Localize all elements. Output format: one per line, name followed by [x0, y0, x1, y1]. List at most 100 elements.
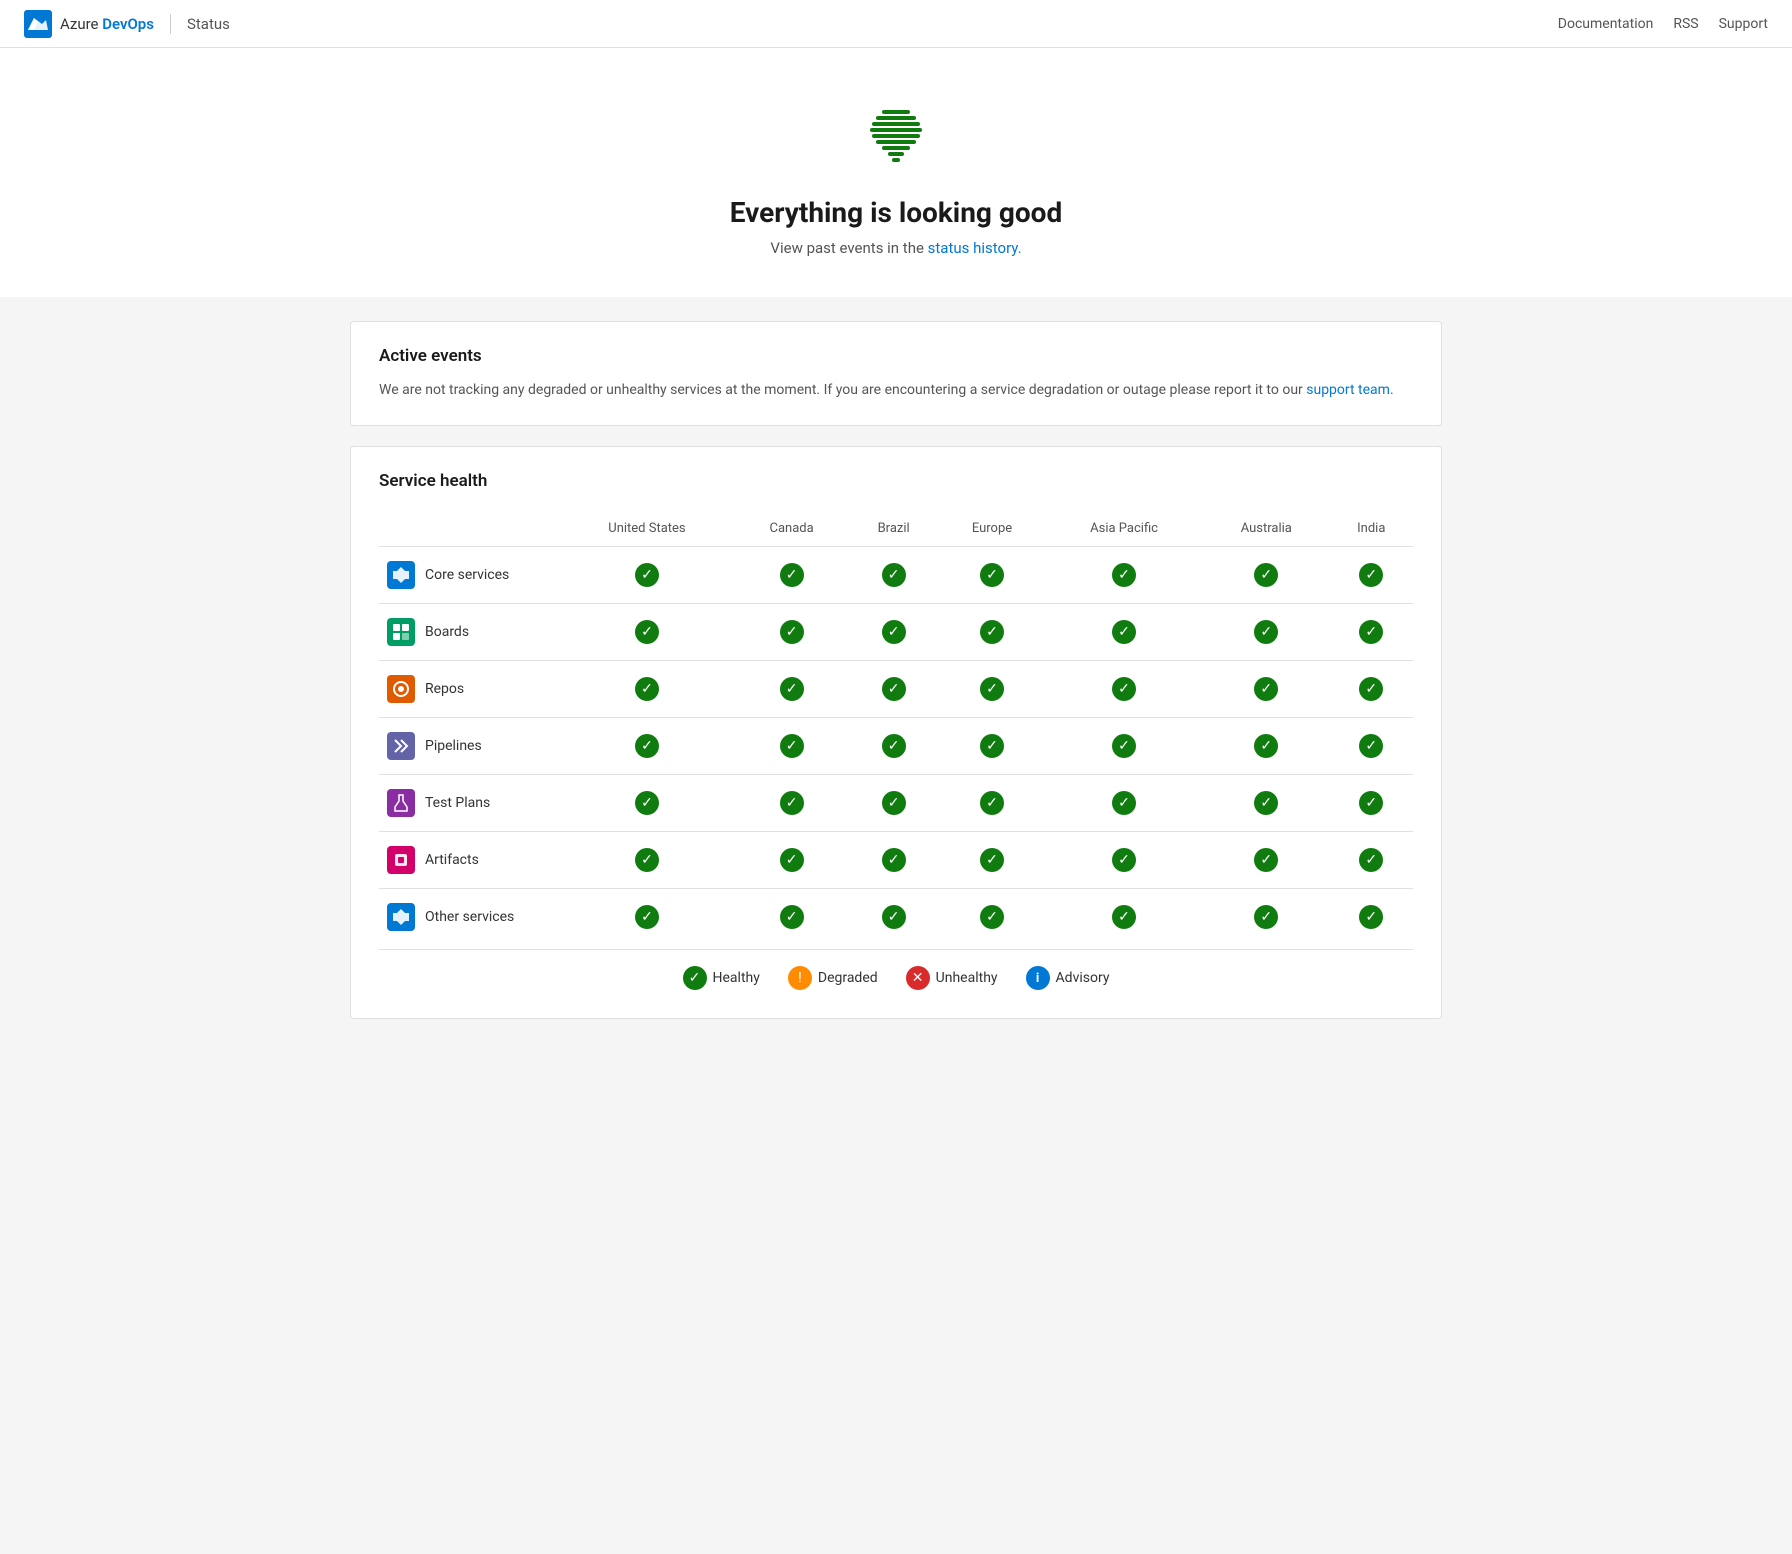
healthy-check-icon: ✓: [1112, 677, 1136, 701]
healthy-check-icon: ✓: [882, 905, 906, 929]
service-name-testplans: Test Plans: [425, 795, 490, 811]
healthy-check-icon: ✓: [882, 677, 906, 701]
hero-title: Everything is looking good: [24, 196, 1768, 229]
status-cell: ✓: [1203, 832, 1330, 889]
status-cell: ✓: [1330, 661, 1413, 718]
status-cell: ✓: [1045, 661, 1203, 718]
status-cell: ✓: [559, 547, 735, 604]
service-cell-core: Core services: [379, 547, 559, 604]
healthy-check-icon: ✓: [1359, 848, 1383, 872]
healthy-check-icon: ✓: [882, 791, 906, 815]
service-cell-testplans: Test Plans: [379, 775, 559, 832]
devops-label: DevOps: [102, 15, 154, 33]
healthy-check-icon: ✓: [1359, 563, 1383, 587]
healthy-check-icon: ✓: [1359, 620, 1383, 644]
documentation-link[interactable]: Documentation: [1558, 16, 1654, 32]
active-events-title: Active events: [379, 346, 1413, 366]
active-events-text: We are not tracking any degraded or unhe…: [379, 380, 1413, 401]
status-cell: ✓: [1330, 718, 1413, 775]
status-cell: ✓: [1203, 661, 1330, 718]
legend-advisory: i Advisory: [1026, 966, 1110, 990]
support-team-link[interactable]: support team: [1306, 382, 1390, 398]
col-australia: Australia: [1203, 511, 1330, 547]
service-name-artifacts: Artifacts: [425, 852, 479, 868]
health-legend: ✓ Healthy ! Degraded ✕ Unhealthy i Advis…: [379, 949, 1413, 994]
unhealthy-label: Unhealthy: [936, 970, 998, 986]
degraded-label: Degraded: [818, 970, 878, 986]
col-brazil: Brazil: [848, 511, 939, 547]
healthy-check-icon: ✓: [980, 848, 1004, 872]
table-row: Core services ✓✓✓✓✓✓✓: [379, 547, 1413, 604]
healthy-check-icon: ✓: [1359, 791, 1383, 815]
hero-subtitle-pre: View past events in the: [770, 239, 927, 257]
status-cell: ✓: [1045, 832, 1203, 889]
active-events-card: Active events We are not tracking any de…: [350, 321, 1442, 426]
table-row: Repos ✓✓✓✓✓✓✓: [379, 661, 1413, 718]
table-row: Other services ✓✓✓✓✓✓✓: [379, 889, 1413, 946]
healthy-check-icon: ✓: [635, 848, 659, 872]
service-cell-pipelines: Pipelines: [379, 718, 559, 775]
healthy-check-icon: ✓: [780, 620, 804, 644]
active-events-message-post: .: [1390, 382, 1394, 398]
unhealthy-icon: ✕: [906, 966, 930, 990]
healthy-check-icon: ✓: [1254, 791, 1278, 815]
service-icon-other: [387, 903, 415, 931]
healthy-check-icon: ✓: [635, 620, 659, 644]
healthy-check-icon: ✓: [1254, 563, 1278, 587]
rss-link[interactable]: RSS: [1673, 16, 1698, 32]
status-cell: ✓: [559, 718, 735, 775]
status-cell: ✓: [939, 604, 1045, 661]
healthy-check-icon: ✓: [635, 677, 659, 701]
hero-heart-logo: [856, 96, 936, 176]
healthy-check-icon: ✓: [882, 563, 906, 587]
status-cell: ✓: [848, 661, 939, 718]
col-service: [379, 511, 559, 547]
status-cell: ✓: [939, 547, 1045, 604]
service-icon-pipelines: [387, 732, 415, 760]
support-link[interactable]: Support: [1719, 16, 1768, 32]
status-history-link[interactable]: status history.: [928, 239, 1022, 257]
healthy-check-icon: ✓: [980, 734, 1004, 758]
header-status-label: Status: [187, 15, 230, 33]
healthy-check-icon: ✓: [1112, 791, 1136, 815]
health-table: United States Canada Brazil Europe Asia …: [379, 511, 1413, 945]
hero-section: Everything is looking good View past eve…: [0, 48, 1792, 297]
status-cell: ✓: [939, 718, 1045, 775]
status-cell: ✓: [939, 832, 1045, 889]
table-row: Test Plans ✓✓✓✓✓✓✓: [379, 775, 1413, 832]
status-cell: ✓: [1330, 889, 1413, 946]
service-name-core: Core services: [425, 567, 509, 583]
service-cell-artifacts: Artifacts: [379, 832, 559, 889]
status-cell: ✓: [1045, 547, 1203, 604]
col-us: United States: [559, 511, 735, 547]
status-cell: ✓: [1203, 718, 1330, 775]
healthy-check-icon: ✓: [1254, 677, 1278, 701]
healthy-check-icon: ✓: [882, 620, 906, 644]
status-cell: ✓: [1203, 604, 1330, 661]
healthy-check-icon: ✓: [1112, 734, 1136, 758]
healthy-check-icon: ✓: [882, 734, 906, 758]
healthy-check-icon: ✓: [1254, 734, 1278, 758]
legend-unhealthy: ✕ Unhealthy: [906, 966, 998, 990]
legend-healthy: ✓ Healthy: [683, 966, 760, 990]
header-brand: Azure DevOps: [60, 15, 154, 33]
status-cell: ✓: [735, 661, 848, 718]
status-cell: ✓: [1203, 889, 1330, 946]
service-icon-artifacts: [387, 846, 415, 874]
status-cell: ✓: [735, 832, 848, 889]
status-cell: ✓: [1203, 775, 1330, 832]
active-events-message-pre: We are not tracking any degraded or unhe…: [379, 382, 1306, 398]
status-cell: ✓: [848, 604, 939, 661]
status-cell: ✓: [559, 661, 735, 718]
status-cell: ✓: [1203, 547, 1330, 604]
col-india: India: [1330, 511, 1413, 547]
status-cell: ✓: [559, 832, 735, 889]
healthy-check-icon: ✓: [1112, 848, 1136, 872]
healthy-icon: ✓: [683, 966, 707, 990]
service-health-card: Service health United States Canada Braz…: [350, 446, 1442, 1019]
hero-subtitle: View past events in the status history.: [24, 239, 1768, 257]
healthy-check-icon: ✓: [980, 620, 1004, 644]
azure-devops-logo: [24, 10, 52, 38]
status-cell: ✓: [735, 889, 848, 946]
healthy-check-icon: ✓: [1112, 905, 1136, 929]
